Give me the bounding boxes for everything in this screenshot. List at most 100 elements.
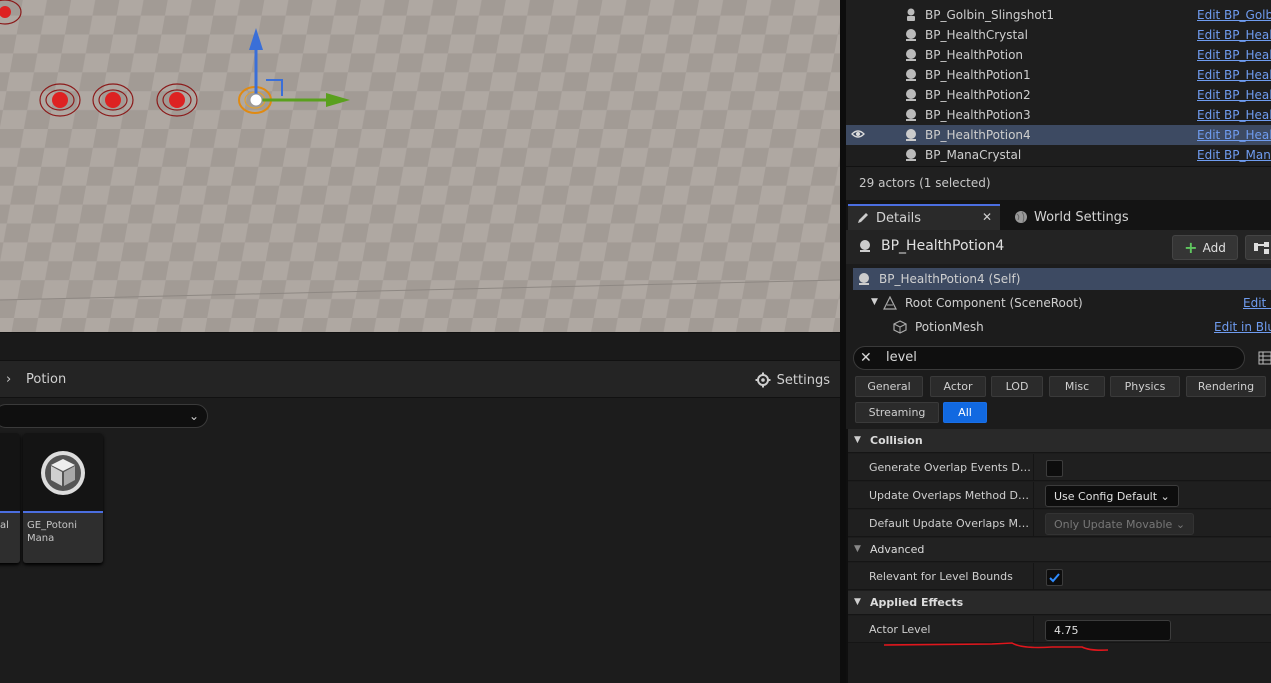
component-row[interactable]: ▼ Root Component (SceneRoot) Edit in Blu… bbox=[853, 292, 1271, 314]
outliner-row[interactable]: BP_HealthPotion3 Edit BP_HealthPotion bbox=[846, 105, 1271, 125]
asset-tile[interactable]: GE_Potoni Mana bbox=[23, 433, 103, 563]
edit-blueprint-link[interactable]: Edit BP_ManaCrystal bbox=[1197, 148, 1271, 162]
outliner-item-label: BP_HealthCrystal bbox=[925, 28, 1028, 42]
asset-filter-dropdown[interactable]: ⌄ bbox=[0, 404, 208, 428]
red-underline-annotation bbox=[883, 642, 1109, 651]
outliner-row[interactable]: BP_HealthPotion2 Edit BP_HealthPotion bbox=[846, 85, 1271, 105]
outliner-row[interactable]: BP_ManaCrystal Edit BP_ManaCrystal bbox=[846, 145, 1271, 165]
category-collision[interactable]: ▼ Collision bbox=[848, 429, 1271, 453]
outliner-row[interactable]: BP_HealthCrystal Edit BP_HealthCrystal bbox=[846, 25, 1271, 45]
outliner-item-label: BP_HealthPotion2 bbox=[925, 88, 1031, 102]
close-icon[interactable]: ✕ bbox=[982, 210, 992, 224]
level-viewport[interactable] bbox=[0, 0, 840, 332]
settings-label: Settings bbox=[776, 372, 830, 388]
category-label: Applied Effects bbox=[870, 596, 964, 609]
property-label: Actor Level bbox=[869, 623, 931, 636]
property-label: Update Overlaps Method During Level Stre… bbox=[869, 489, 1033, 502]
search-value: level bbox=[886, 350, 917, 365]
panel-tabs: Details ✕ World Settings bbox=[846, 200, 1271, 230]
chevron-down-icon: ⌄ bbox=[188, 409, 199, 423]
component-label: BP_HealthPotion4 (Self) bbox=[879, 272, 1021, 286]
add-component-button[interactable]: + Add bbox=[1172, 235, 1238, 260]
edit-blueprint-link[interactable]: Edit BP_HealthCrystal bbox=[1197, 28, 1271, 42]
property-label: Relevant for Level Bounds bbox=[869, 570, 1013, 583]
filter-physics[interactable]: Physics bbox=[1110, 376, 1180, 397]
skeletal-actor-icon bbox=[907, 8, 915, 21]
tab-label: World Settings bbox=[1034, 209, 1129, 225]
details-search-input[interactable]: ✕ level bbox=[853, 346, 1245, 370]
column-divider bbox=[1033, 454, 1034, 481]
relevant-bounds-checkbox[interactable] bbox=[1046, 569, 1063, 586]
property-row: Default Update Overlaps Method During Le… bbox=[848, 510, 1271, 537]
actor-icon bbox=[906, 49, 916, 61]
actor-icon bbox=[906, 149, 916, 161]
category-applied-effects[interactable]: ▼ Applied Effects bbox=[848, 591, 1271, 615]
collapse-triangle-icon: ▼ bbox=[854, 597, 861, 607]
edit-blueprint-link[interactable]: Edit BP_HealthPotion bbox=[1197, 68, 1271, 82]
component-label: Root Component (SceneRoot) bbox=[905, 296, 1083, 310]
edit-in-blueprint-link[interactable]: Edit in Blueprint bbox=[1243, 296, 1271, 310]
tab-label: Details bbox=[876, 210, 922, 226]
tab-world-settings[interactable]: World Settings bbox=[1006, 204, 1137, 230]
pencil-icon bbox=[858, 213, 868, 223]
property-matrix-icon[interactable] bbox=[1258, 351, 1271, 365]
viewport-status-bar bbox=[0, 332, 840, 360]
property-row: Generate Overlap Events During Level Str… bbox=[848, 454, 1271, 481]
filter-all[interactable]: All bbox=[943, 402, 987, 423]
actor-icon bbox=[906, 29, 916, 41]
collapse-triangle-icon[interactable]: ▼ bbox=[871, 297, 878, 307]
filter-misc[interactable]: Misc bbox=[1049, 376, 1105, 397]
edit-blueprint-link[interactable]: Edit BP_HealthPotion bbox=[1197, 128, 1271, 142]
settings-button[interactable]: Settings bbox=[755, 370, 830, 390]
component-label: PotionMesh bbox=[915, 320, 984, 334]
clear-search-icon[interactable]: ✕ bbox=[860, 350, 872, 366]
filter-rendering[interactable]: Rendering bbox=[1186, 376, 1266, 397]
component-row[interactable]: PotionMesh Edit in Blueprint bbox=[853, 316, 1271, 338]
actor-icon bbox=[906, 69, 916, 81]
breadcrumb-folder[interactable]: Potion bbox=[26, 372, 66, 387]
update-overlaps-dropdown[interactable]: Use Config Default ⌄ bbox=[1045, 485, 1179, 507]
breadcrumb-chevron-icon[interactable]: › bbox=[6, 372, 11, 387]
filter-streaming[interactable]: Streaming bbox=[855, 402, 939, 423]
filter-actor[interactable]: Actor bbox=[930, 376, 986, 397]
filter-lod[interactable]: LOD bbox=[991, 376, 1043, 397]
chevron-down-icon: ⌄ bbox=[1160, 490, 1170, 503]
outliner-status: 29 actors (1 selected) bbox=[846, 166, 1271, 200]
edit-blueprint-link[interactable]: Edit BP_HealthPotion bbox=[1197, 48, 1271, 62]
property-list: ▼ Collision Generate Overlap Events Duri… bbox=[846, 429, 1271, 683]
collapse-triangle-icon: ▼ bbox=[854, 435, 861, 445]
subcategory-advanced[interactable]: ▼ Advanced bbox=[848, 538, 1271, 562]
tab-details[interactable]: Details ✕ bbox=[848, 204, 1000, 230]
component-row-self[interactable]: BP_HealthPotion4 (Self) bbox=[853, 268, 1271, 290]
outliner-item-label: BP_Golbin_Slingshot1 bbox=[925, 8, 1055, 22]
outliner-row-selected[interactable]: BP_HealthPotion4 Edit BP_HealthPotion bbox=[846, 125, 1271, 145]
filter-general[interactable]: General bbox=[855, 376, 923, 397]
column-divider bbox=[1033, 563, 1034, 590]
component-tree: BP_HealthPotion4 (Self) ▼ Root Component… bbox=[853, 268, 1271, 340]
actor-level-field[interactable]: 4.75 bbox=[1045, 620, 1171, 641]
edit-blueprint-link[interactable]: Edit BP_HealthPotion bbox=[1197, 108, 1271, 122]
blueprint-options-button[interactable] bbox=[1245, 235, 1271, 260]
asset-thumbnail bbox=[0, 433, 20, 513]
dropdown-value: Use Config Default bbox=[1054, 490, 1158, 503]
asset-label: GE_Potoni Mana bbox=[27, 520, 78, 544]
column-divider bbox=[1033, 482, 1034, 509]
asset-tile[interactable]: al bbox=[0, 433, 20, 563]
outliner-item-label: BP_HealthPotion1 bbox=[925, 68, 1031, 82]
plus-icon: + bbox=[1184, 238, 1198, 257]
actor-icon bbox=[906, 89, 916, 101]
column-divider bbox=[1033, 616, 1034, 643]
outliner-row[interactable]: BP_HealthPotion1 Edit BP_HealthPotion bbox=[846, 65, 1271, 85]
outliner-row[interactable]: BP_HealthPotion Edit BP_HealthPotion bbox=[846, 45, 1271, 65]
generate-overlap-checkbox[interactable] bbox=[1046, 460, 1063, 477]
edit-in-blueprint-link[interactable]: Edit in Blueprint bbox=[1214, 320, 1271, 334]
edit-blueprint-link[interactable]: Edit BP_HealthPotion bbox=[1197, 88, 1271, 102]
visibility-eye-icon[interactable] bbox=[851, 127, 865, 141]
world-outliner: BP_Golbin_Slingshot1 Edit BP_Golbin_Slin… bbox=[846, 0, 1271, 200]
outliner-row[interactable]: BP_Golbin_Slingshot1 Edit BP_Golbin_Slin… bbox=[846, 5, 1271, 25]
category-label: Advanced bbox=[870, 543, 925, 556]
content-browser: › Potion Settings ⌄ al GE_Potoni Mana bbox=[0, 360, 840, 683]
actor-name[interactable]: BP_HealthPotion4 bbox=[881, 238, 1004, 254]
property-row: Relevant for Level Bounds bbox=[848, 563, 1271, 590]
edit-blueprint-link[interactable]: Edit BP_Golbin_Slingshot bbox=[1197, 8, 1271, 22]
